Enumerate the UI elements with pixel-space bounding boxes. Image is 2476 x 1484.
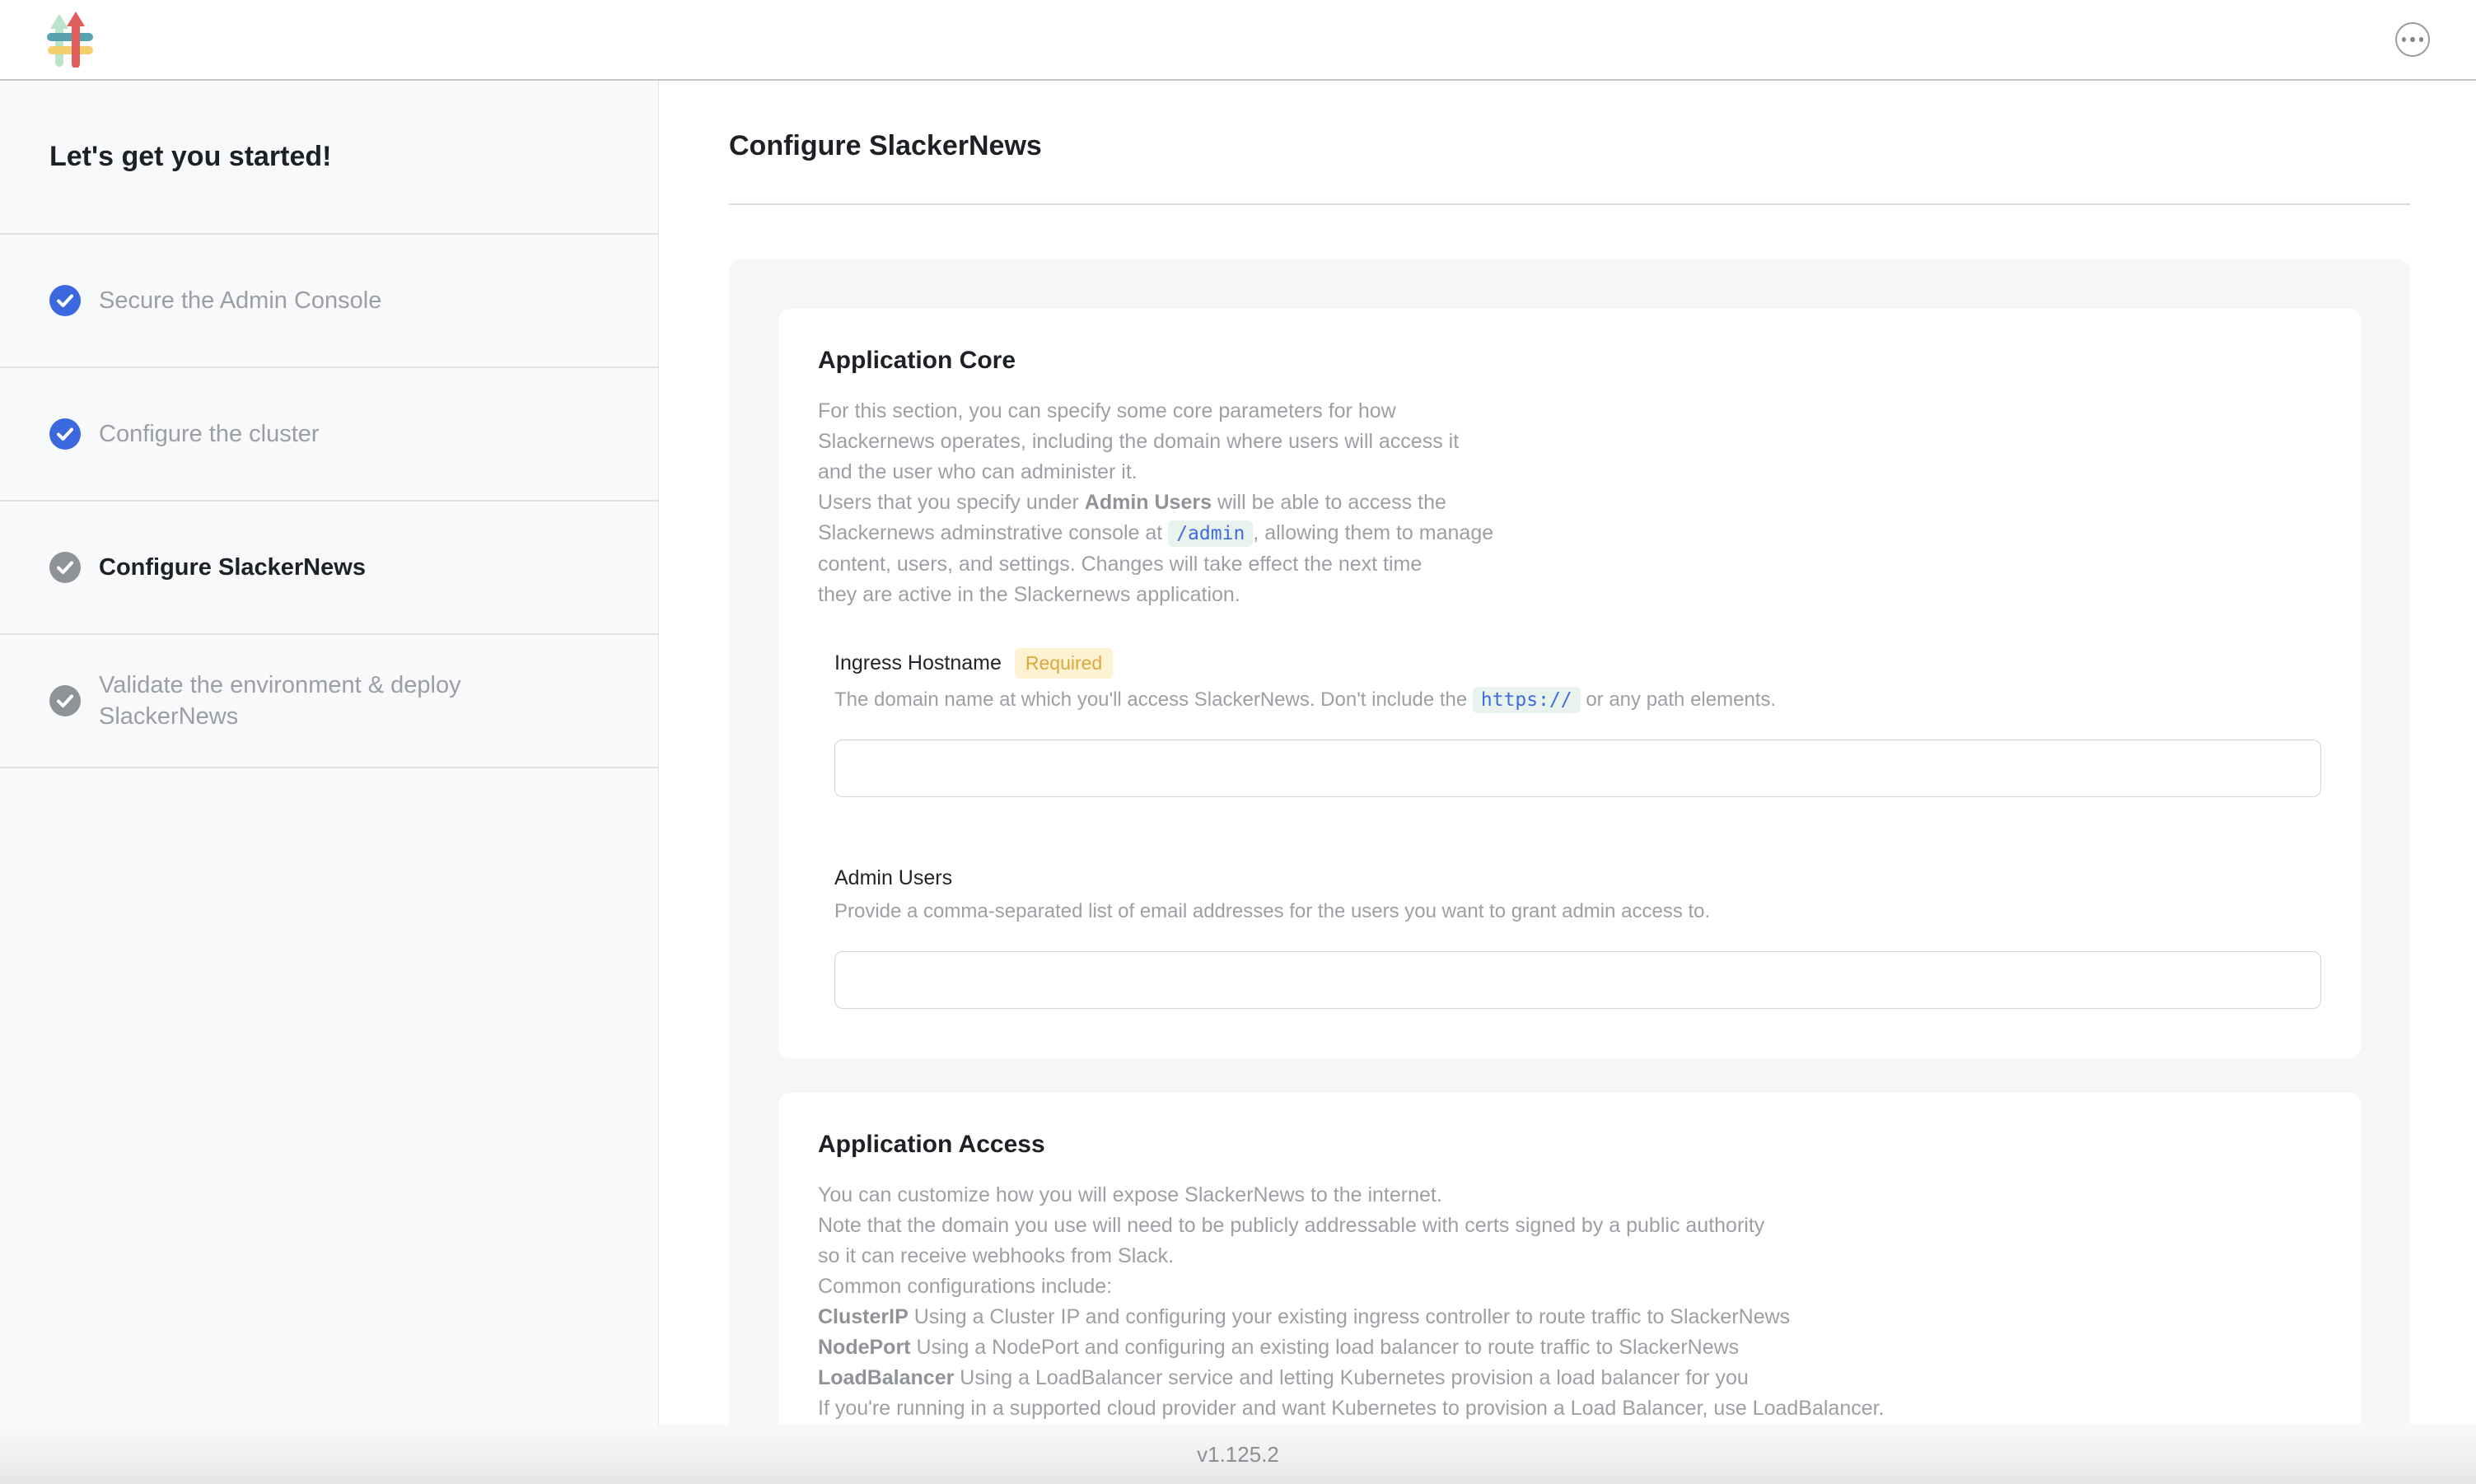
application-access-description: You can customize how you will expose Sl…: [818, 1180, 2268, 1424]
desc-text: Using a LoadBalancer service and letting…: [954, 1366, 1748, 1389]
sidebar-step-configure-slackernews[interactable]: Configure SlackerNews: [0, 500, 658, 633]
ellipsis-icon: [2410, 37, 2414, 42]
ingress-hostname-input[interactable]: [834, 740, 2321, 797]
desc-text: If you're running in a supported cloud p…: [818, 1397, 1885, 1420]
desc-text: Users that you specify under: [818, 491, 1085, 514]
check-circle-icon: [49, 418, 81, 450]
required-badge: Required: [1015, 648, 1113, 679]
sidebar-step-validate-deploy[interactable]: Validate the environment & deploy Slacke…: [0, 633, 658, 768]
page-title: Configure SlackerNews: [729, 130, 2410, 162]
sidebar-title: Let's get you started!: [0, 81, 658, 233]
check-circle-icon: [49, 285, 81, 316]
ingress-hostname-label: Ingress Hostname: [834, 651, 1002, 675]
card-title: Application Core: [818, 347, 2321, 375]
sidebar-step-secure-admin-console[interactable]: Secure the Admin Console: [0, 233, 658, 366]
slackernews-logo-icon: [46, 12, 94, 68]
ingress-hostname-help: The domain name at which you'll access S…: [834, 685, 2321, 715]
help-text: or any path elements.: [1581, 688, 1776, 711]
desc-text: Using a Cluster IP and configuring your …: [909, 1305, 1790, 1328]
desc-bold: NodePort: [818, 1336, 911, 1359]
check-circle-icon: [49, 552, 81, 583]
admin-users-label: Admin Users: [834, 866, 952, 890]
setup-steps-sidebar: Let's get you started! Secure the Admin …: [0, 81, 659, 1425]
ellipsis-icon: [2402, 37, 2406, 42]
application-access-card: Application Access You can customize how…: [778, 1093, 2361, 1425]
ingress-hostname-group: Ingress Hostname Required The domain nam…: [834, 648, 2321, 797]
title-divider: [729, 203, 2410, 205]
field-label-row: Ingress Hostname Required: [834, 648, 2321, 679]
setup-wizard-page: Let's get you started! Secure the Admin …: [0, 0, 2476, 1484]
version-footer: v1.125.2: [0, 1425, 2476, 1484]
sidebar-step-label: Configure SlackerNews: [99, 552, 366, 583]
sidebar-step-label: Configure the cluster: [99, 418, 320, 450]
sidebar-step-label: Secure the Admin Console: [99, 285, 381, 316]
desc-bold: Admin Users: [1085, 491, 1212, 514]
sidebar-step-configure-cluster[interactable]: Configure the cluster: [0, 366, 658, 500]
top-bar: [0, 0, 2476, 81]
admin-users-input[interactable]: [834, 951, 2321, 1009]
ellipsis-icon: [2419, 37, 2423, 42]
application-core-card: Application Core For this section, you c…: [778, 309, 2361, 1058]
admin-users-help: Provide a comma-separated list of email …: [834, 897, 2321, 926]
version-text: v1.125.2: [1197, 1442, 1279, 1468]
desc-bold: LoadBalancer: [818, 1366, 954, 1389]
check-circle-icon: [49, 685, 81, 716]
more-options-button[interactable]: [2395, 22, 2430, 57]
admin-users-group: Admin Users Provide a comma-separated li…: [834, 866, 2321, 1009]
help-text: The domain name at which you'll access S…: [834, 688, 1473, 711]
sidebar-step-label: Validate the environment & deploy Slacke…: [99, 670, 600, 732]
desc-text: For this section, you can specify some c…: [818, 399, 1459, 483]
https-code-chip: https://: [1473, 687, 1581, 713]
desc-text: You can customize how you will expose Sl…: [818, 1183, 1764, 1298]
card-title: Application Access: [818, 1131, 2321, 1159]
admin-path-code-chip: /admin: [1168, 520, 1253, 547]
config-content: Configure SlackerNews Application Core F…: [659, 81, 2476, 1425]
config-panel: Application Core For this section, you c…: [729, 259, 2410, 1425]
desc-text: Using a NodePort and configuring an exis…: [911, 1336, 1740, 1359]
field-label-row: Admin Users: [834, 866, 2321, 890]
desc-bold: ClusterIP: [818, 1305, 909, 1328]
application-core-description: For this section, you can specify some c…: [818, 396, 2021, 610]
